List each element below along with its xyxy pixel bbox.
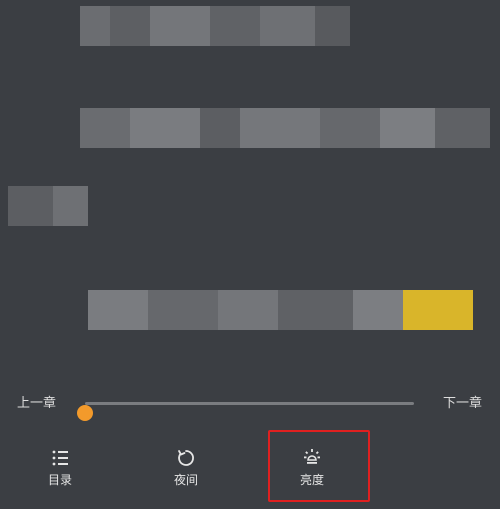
tab-label: 目录 [47,473,72,487]
bottom-toolbar: 目录 夜间 亮度 [0,440,500,509]
obscured-text-line [8,186,93,226]
prev-chapter-button[interactable]: 上一章 [17,396,56,412]
obscured-text-line [80,6,350,46]
night-mode-icon [178,450,194,466]
obscured-text-line [80,108,490,148]
brightness-icon [304,449,320,464]
tab-label: 亮度 [299,473,324,487]
tab-catalog[interactable]: 目录 [15,440,105,500]
progress-thumb[interactable] [77,405,93,421]
chapter-progress-slider[interactable] [77,402,414,421]
reading-content-area[interactable] [0,0,500,380]
tab-brightness[interactable]: 亮度 [267,440,357,500]
next-chapter-button[interactable]: 下一章 [443,396,482,412]
tab-label: 夜间 [173,473,198,487]
tab-night-mode[interactable]: 夜间 [141,440,231,500]
chapter-progress-row: 上一章 下一章 [0,392,500,421]
list-icon [52,450,68,466]
obscured-text-line [88,290,488,330]
